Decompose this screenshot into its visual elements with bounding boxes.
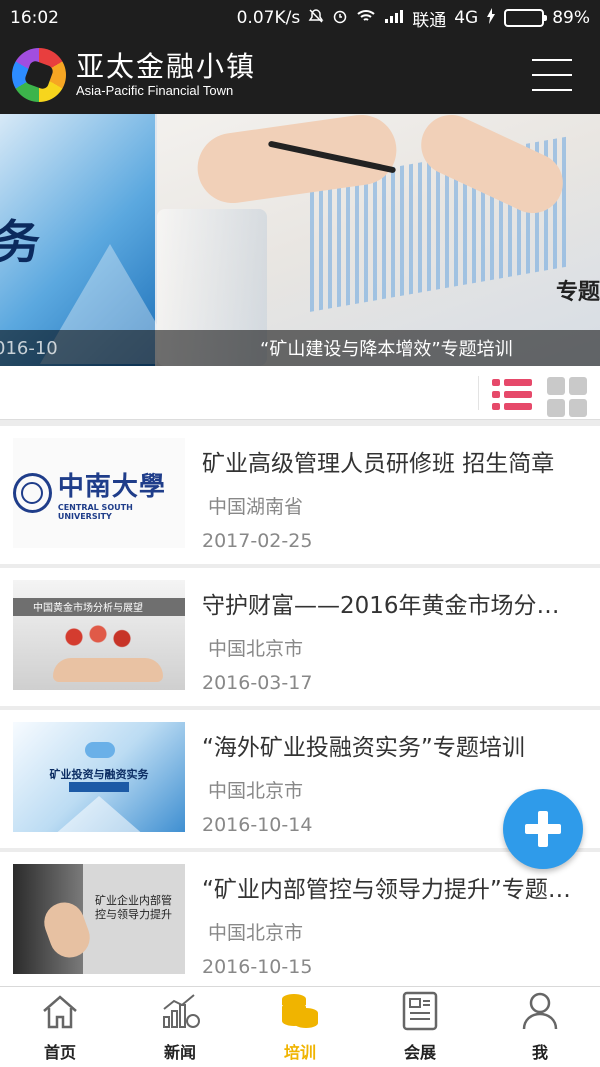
network-speed: 0.07K/s (236, 8, 301, 28)
brand: 亚太金融小镇 Asia-Pacific Financial Town (76, 51, 256, 99)
tab-news[interactable]: 新闻 (120, 987, 240, 1067)
tab-label: 会展 (403, 1043, 436, 1062)
add-button[interactable] (503, 789, 583, 869)
coins-image (58, 622, 138, 652)
tab-label: 我 (531, 1043, 548, 1062)
item-date: 2017-02-25 (202, 530, 313, 552)
university-seal-icon (13, 473, 52, 513)
item-title: “海外矿业投融资实务”专题培训 (202, 735, 525, 761)
thumb-banner-text: 矿业投资与融资实务 (49, 768, 149, 781)
cloud-icon (85, 742, 115, 758)
grid-view-icon[interactable] (547, 377, 587, 417)
signal-icon (384, 8, 404, 29)
battery-icon (504, 9, 548, 27)
thumb-banner-text: 中国黄金市场分析与展望 (33, 603, 143, 614)
brand-title-en: Asia-Pacific Financial Town (76, 83, 234, 98)
item-thumbnail: 矿业企业内部管控与领导力提升 (13, 864, 185, 974)
item-date: 2016-03-17 (202, 672, 313, 694)
tab-me[interactable]: 我 (480, 987, 600, 1067)
status-indicators: 0.07K/s 联通 4G 89% (237, 6, 590, 31)
tab-label: 新闻 (163, 1043, 196, 1062)
charging-icon (486, 7, 496, 29)
item-thumbnail: 中南大學 CENTRAL SOUTH UNIVERSITY (13, 438, 185, 548)
banner-slide-previous[interactable]: 务 (0, 114, 180, 366)
tab-home[interactable]: 首页 (0, 987, 120, 1067)
view-toggle-bar (0, 366, 600, 420)
banner-slide-current[interactable]: 专题 (157, 114, 600, 366)
item-date: 2016-10-14 (202, 814, 313, 836)
status-time: 16:02 (10, 8, 59, 28)
item-thumbnail: 中国黄金市场分析与展望 (13, 580, 185, 690)
brand-title-cn: 亚太金融小镇 (76, 50, 257, 83)
item-location: 中国北京市 (208, 780, 304, 802)
thumb-banner-text: 矿业企业内部管控与领导力提升 (95, 894, 172, 921)
tab-label: 首页 (43, 1043, 76, 1062)
list-item[interactable]: 中国黄金市场分析与展望 守护财富——2016年黄金市场分析与展望 中国北京市 2… (0, 568, 600, 706)
banner-caption: “矿山建设与降本增效”专题培训 (260, 339, 513, 360)
banner-tag: 专题 (555, 280, 600, 305)
hand-image (53, 658, 163, 682)
network-type: 4G (454, 8, 479, 28)
tab-exhibition[interactable]: 会展 (360, 987, 480, 1067)
banner-caption-bar: 016-10 “矿山建设与降本增效”专题培训 (0, 330, 600, 366)
mute-icon (308, 8, 324, 29)
bottom-tab-bar: 首页 新闻 培训 会展 我 (0, 986, 600, 1067)
item-location: 中国北京市 (208, 638, 304, 660)
alarm-icon (332, 8, 348, 29)
banner-carousel[interactable]: 务 专题 016-10 “矿山建设与降本增效”专题培训 (0, 114, 600, 366)
carrier-name: 联通 (412, 10, 447, 31)
exhibition-doc-icon (398, 991, 442, 1031)
item-title: 矿业高级管理人员研修班 招生简章 (202, 451, 555, 477)
item-thumbnail: 矿业投资与融资实务 (13, 722, 185, 832)
wifi-icon (356, 8, 376, 29)
battery-percent: 89% (552, 8, 590, 28)
hamburger-menu-icon[interactable] (532, 59, 572, 91)
item-title: 守护财富——2016年黄金市场分析与展望 (202, 593, 582, 619)
item-title: “矿业内部管控与领导力提升”专题培训 (202, 877, 582, 903)
item-location: 中国湖南省 (208, 496, 304, 518)
app-logo-icon (12, 48, 66, 102)
tab-training[interactable]: 培训 (240, 987, 360, 1067)
item-location: 中国北京市 (208, 922, 304, 944)
divider (478, 376, 479, 410)
list-view-icon[interactable] (492, 377, 532, 411)
list-item[interactable]: 中南大學 CENTRAL SOUTH UNIVERSITY 矿业高级管理人员研修… (0, 426, 600, 564)
coins-icon (278, 991, 322, 1031)
status-bar: 16:02 0.07K/s 联通 4G 89% (0, 0, 600, 36)
app-header: 亚太金融小镇 Asia-Pacific Financial Town (0, 36, 600, 114)
home-icon (38, 991, 82, 1031)
list-item[interactable]: 矿业企业内部管控与领导力提升 “矿业内部管控与领导力提升”专题培训 中国北京市 … (0, 852, 600, 990)
news-chart-icon (158, 991, 202, 1031)
banner-prev-date: 016-10 (0, 337, 58, 359)
tab-label: 培训 (283, 1043, 316, 1062)
item-date: 2016-10-15 (202, 956, 313, 978)
user-icon (518, 991, 562, 1031)
thumb-logo-text: 中南大學 CENTRAL SOUTH UNIVERSITY (57, 471, 166, 521)
banner-prev-title: 务 (0, 215, 40, 269)
